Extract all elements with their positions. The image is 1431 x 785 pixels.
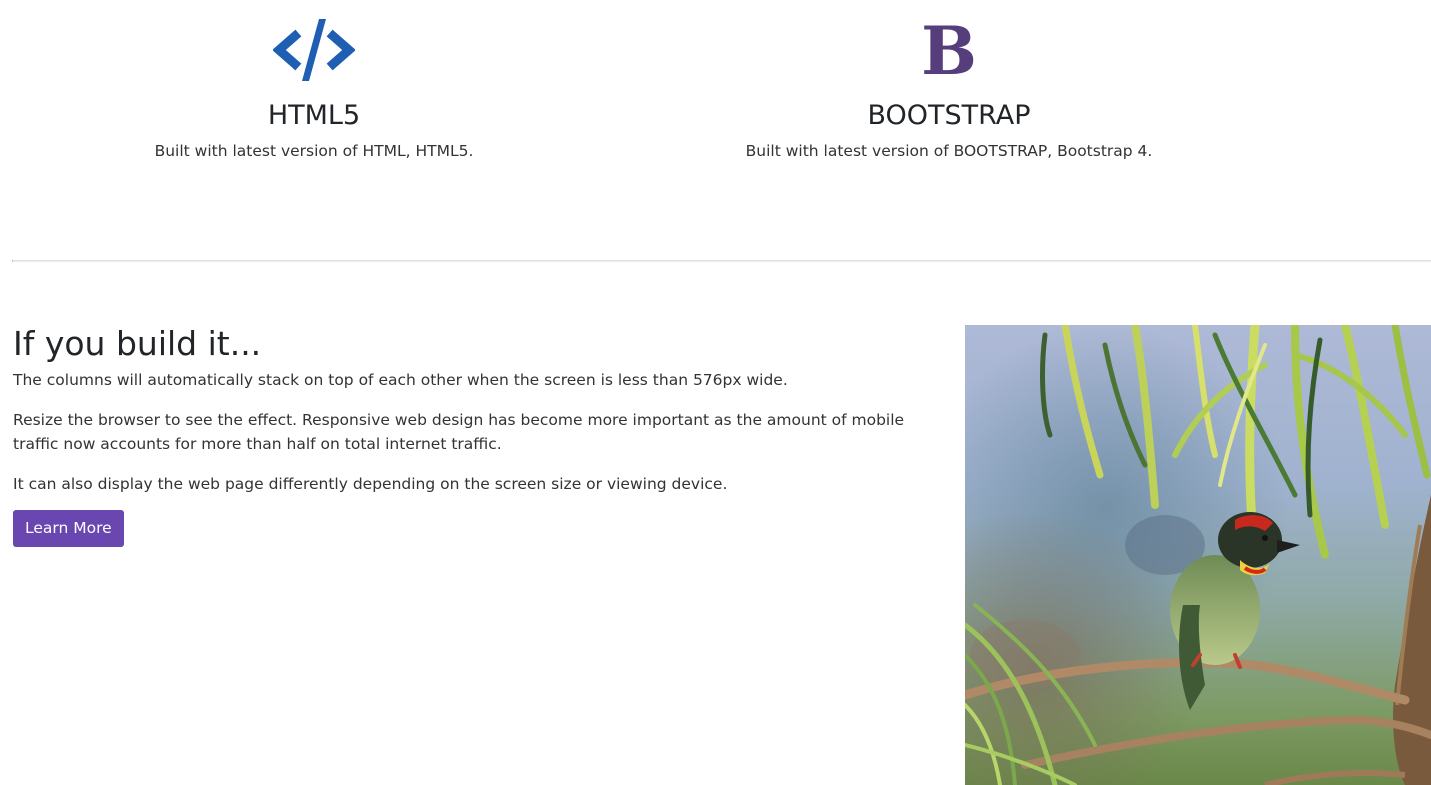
bootstrap-glyph: B: [921, 17, 977, 83]
feature-description: Built with latest version of HTML, HTML5…: [154, 142, 474, 160]
learn-more-button[interactable]: Learn More: [13, 510, 124, 547]
feature-title: BOOTSTRAP: [867, 100, 1031, 131]
intro-heading: If you build it...: [13, 324, 262, 363]
section-divider: [12, 260, 1431, 262]
feature-bootstrap: B BOOTSTRAP Built with latest version of…: [649, 0, 1249, 161]
feature-title: HTML5: [267, 100, 361, 131]
intro-paragraph: The columns will automatically stack on …: [13, 371, 788, 389]
intro-section: If you build it... The columns will auto…: [13, 322, 948, 547]
bird-photo: [965, 325, 1431, 785]
intro-paragraph: Resize the browser to see the effect. Re…: [13, 411, 905, 453]
bootstrap-icon: B: [649, 17, 1249, 83]
code-icon: [14, 17, 614, 82]
features-section: HTML5 Built with latest version of HTML,…: [0, 0, 1431, 200]
feature-html5: HTML5 Built with latest version of HTML,…: [14, 0, 614, 161]
intro-paragraph: It can also display the web page differe…: [13, 475, 728, 493]
feature-description: Built with latest version of BOOTSTRAP, …: [745, 142, 1153, 160]
